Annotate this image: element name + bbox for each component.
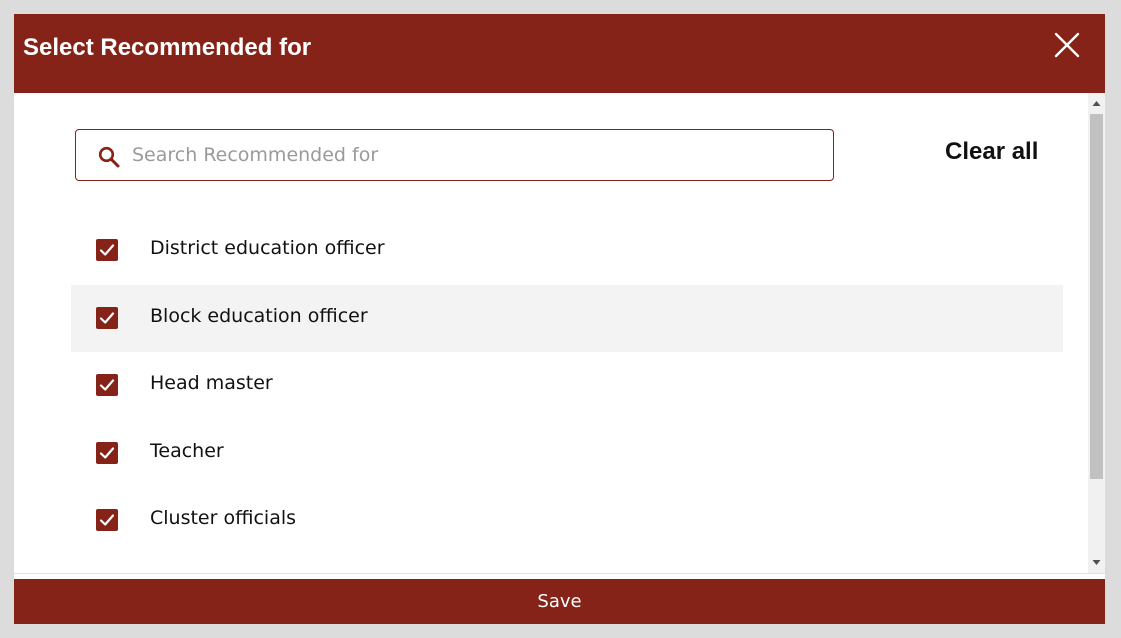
check-icon <box>99 514 115 526</box>
option-label: District education officer <box>150 237 385 259</box>
scroll-up-arrow-icon[interactable] <box>1088 95 1105 112</box>
recommended-for-dialog: Select Recommended for Clear all Distric… <box>14 14 1105 624</box>
checkbox-checked[interactable] <box>96 441 118 464</box>
checkbox-checked[interactable] <box>96 239 118 261</box>
scroll-down-arrow-icon[interactable] <box>1088 554 1105 571</box>
search-input[interactable] <box>132 140 812 170</box>
checkbox-checked[interactable] <box>96 374 118 396</box>
option-district-education-officer[interactable]: District education officer <box>71 217 1063 285</box>
dialog-header: Select Recommended for <box>14 14 1105 93</box>
checkbox-checked[interactable] <box>96 509 118 531</box>
option-block-education-officer[interactable]: Block education officer <box>71 284 1063 352</box>
option-label: Teacher <box>150 439 224 462</box>
clear-all-button[interactable]: Clear all <box>945 138 1038 166</box>
save-button[interactable]: Save <box>14 579 1105 624</box>
option-label: Head master <box>150 372 273 394</box>
option-teacher[interactable]: Teacher <box>71 420 1063 488</box>
check-icon <box>99 446 115 459</box>
option-head-master[interactable]: Head master <box>71 352 1063 420</box>
checkbox-checked[interactable] <box>96 306 118 329</box>
check-icon <box>99 244 115 256</box>
search-box[interactable] <box>75 129 834 181</box>
dialog-title: Select Recommended for <box>23 34 312 61</box>
footer-divider <box>14 573 1105 574</box>
option-cluster-officials[interactable]: Cluster officials <box>71 487 1063 555</box>
dialog-body: Clear all District education officer Blo… <box>14 93 1105 573</box>
close-icon <box>1054 32 1080 58</box>
close-button[interactable] <box>1054 32 1080 58</box>
check-icon <box>99 311 115 324</box>
vertical-scrollbar[interactable] <box>1088 93 1105 573</box>
scrollbar-thumb[interactable] <box>1090 114 1103 479</box>
check-icon <box>99 379 115 391</box>
save-label: Save <box>537 591 582 612</box>
search-icon <box>98 146 120 168</box>
option-label: Cluster officials <box>150 507 297 529</box>
option-label: Block education officer <box>150 304 368 327</box>
options-list: District education officer Block educati… <box>71 217 1063 555</box>
